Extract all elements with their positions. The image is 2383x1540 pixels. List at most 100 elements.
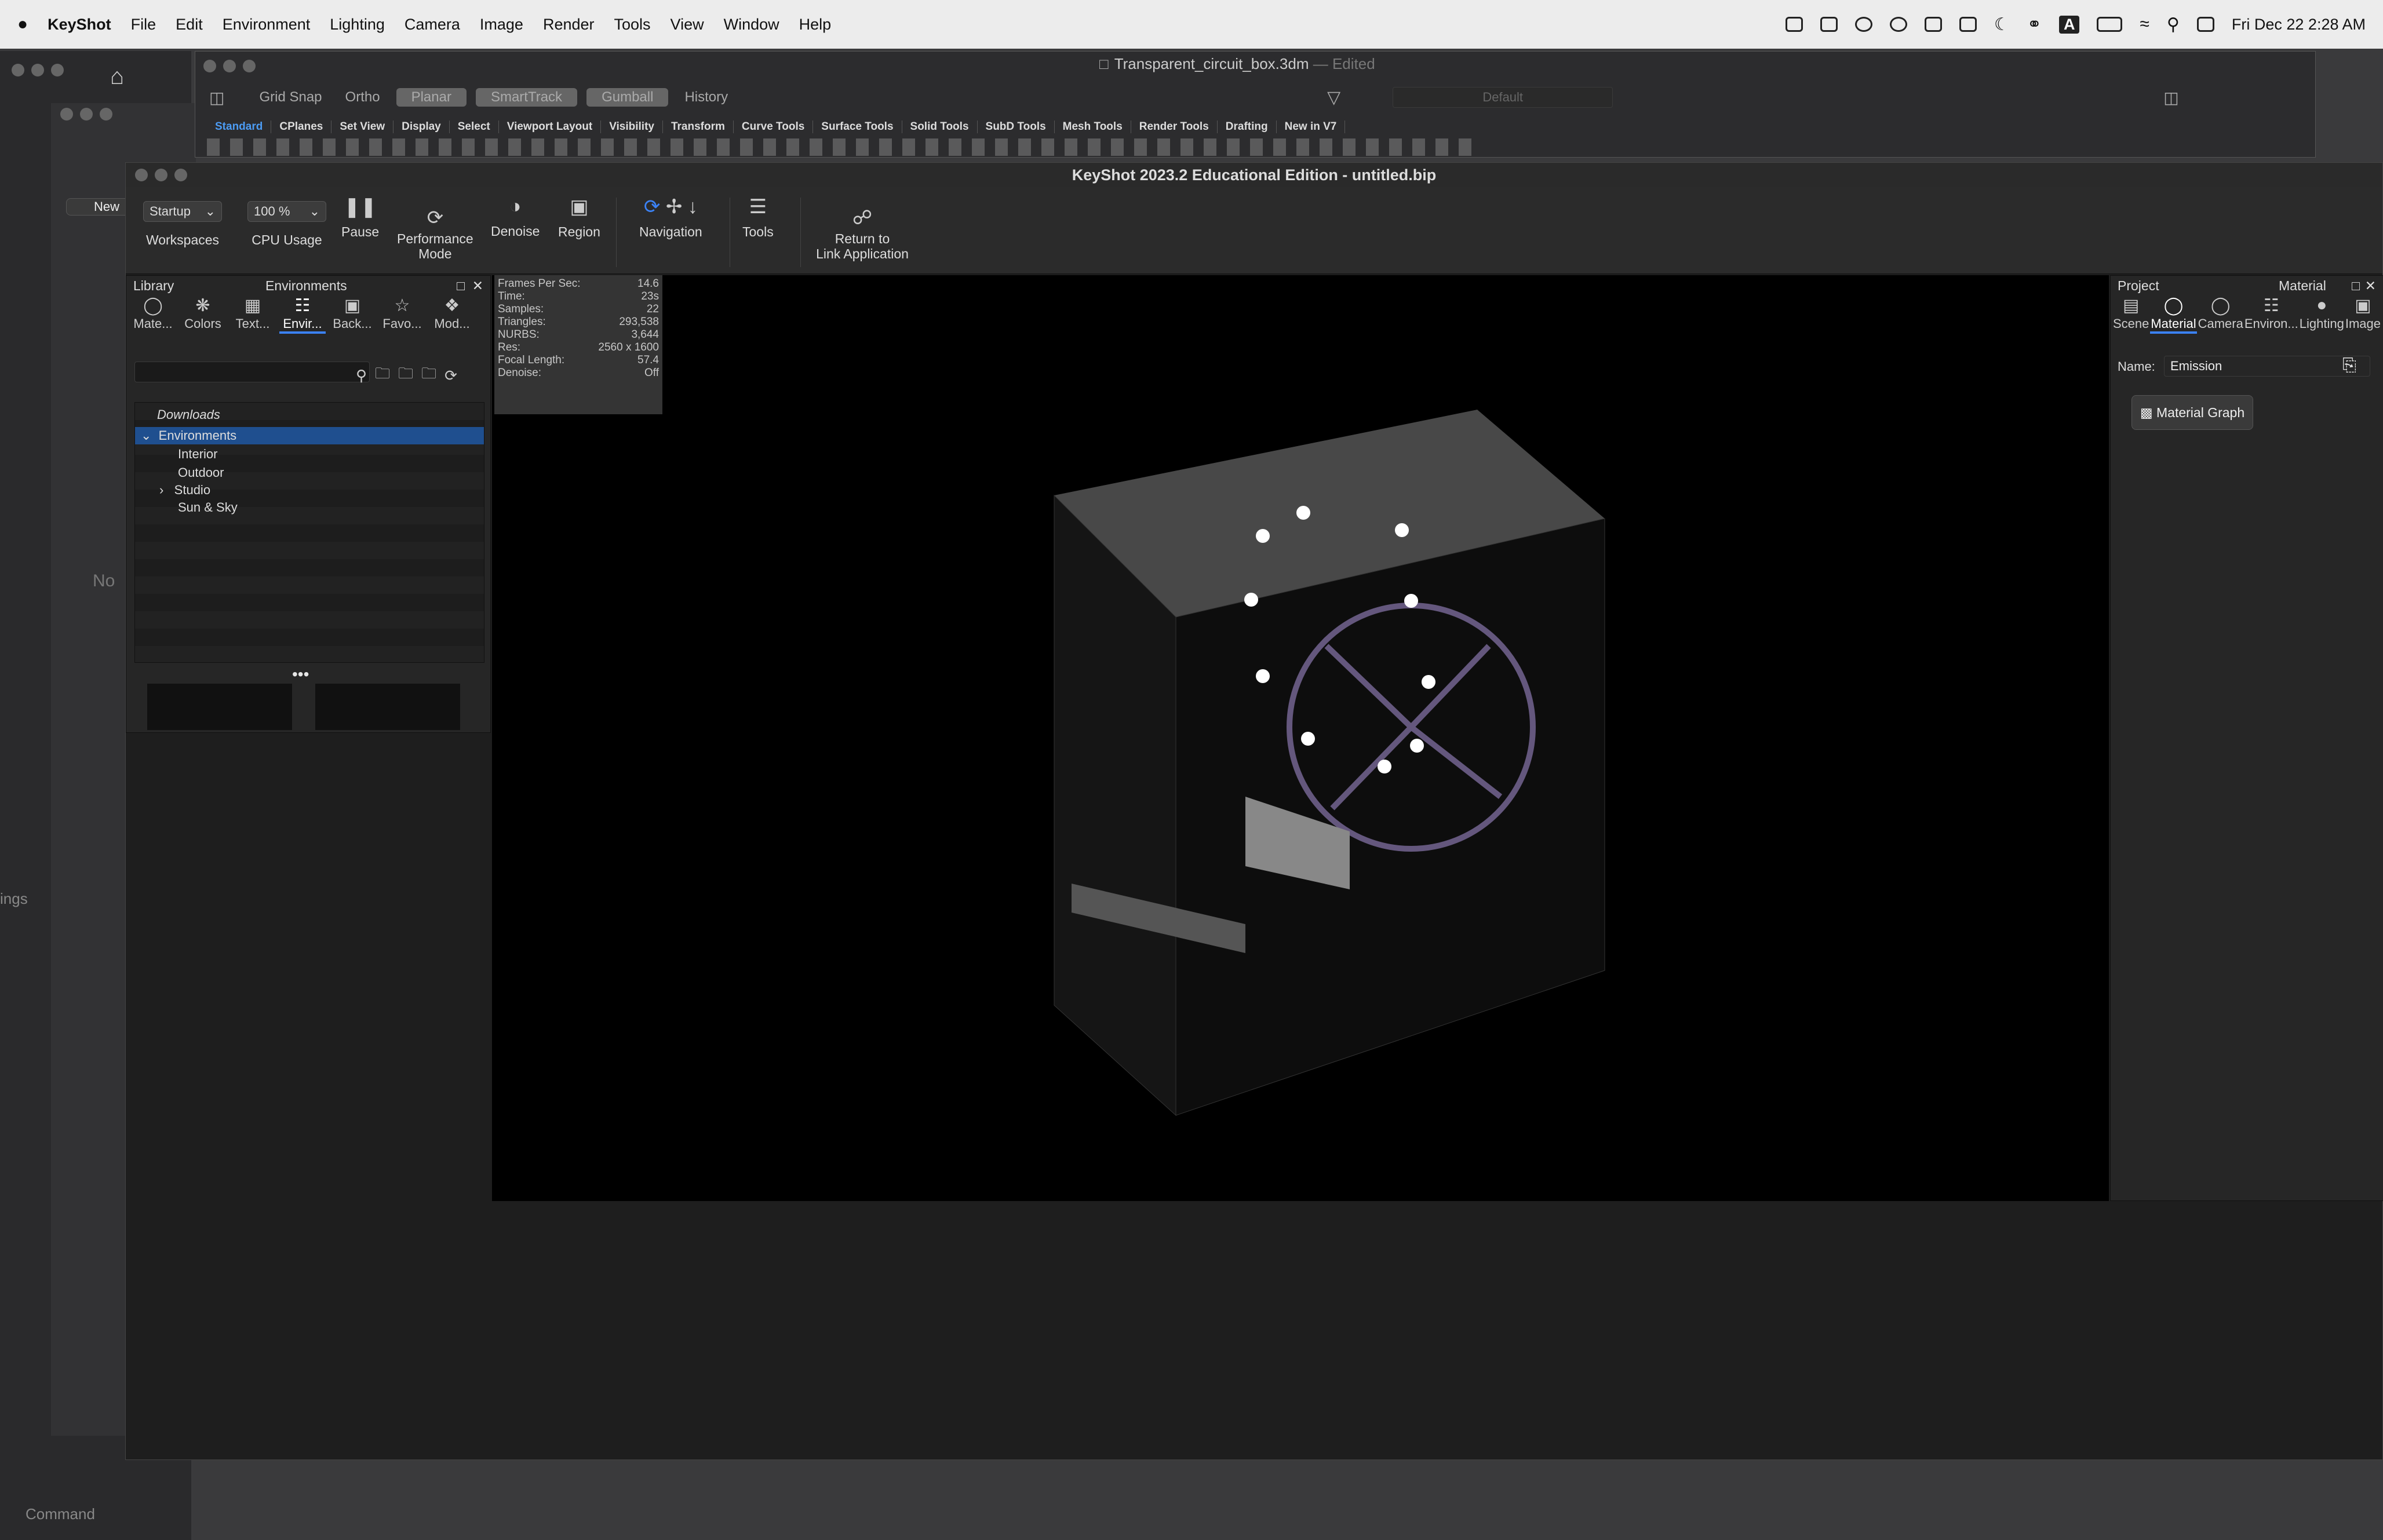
tree-item-sun-sky[interactable]: Sun & Sky (135, 499, 484, 516)
grid-snap-toggle[interactable]: Grid Snap (259, 89, 322, 105)
play-status-icon[interactable] (1854, 17, 1872, 32)
menu-app-name[interactable]: KeyShot (48, 16, 111, 34)
dolly-icon[interactable]: ↓ (688, 196, 698, 218)
tab-display[interactable]: Display (393, 121, 450, 133)
moon-icon[interactable]: ☾ (1994, 14, 2010, 35)
status-icon[interactable] (1785, 17, 1803, 32)
more-dots-icon[interactable]: ••• (292, 665, 309, 684)
chevron-down-icon[interactable]: ⌄ (141, 428, 151, 443)
planar-toggle[interactable]: Planar (396, 88, 467, 107)
battery-icon[interactable] (2097, 17, 2123, 32)
menu-lighting[interactable]: Lighting (330, 16, 385, 34)
close-icon[interactable]: ✕ (472, 278, 483, 294)
region-button[interactable]: ▣ Region (558, 195, 600, 240)
menu-image[interactable]: Image (480, 16, 523, 34)
pan-icon[interactable]: ✢ (666, 196, 683, 218)
status-icon[interactable] (1820, 17, 1838, 32)
menu-edit[interactable]: Edit (176, 16, 203, 34)
tab-select[interactable]: Select (450, 121, 499, 133)
tab-favorites[interactable]: ☆ Favo... (379, 295, 425, 334)
library-search-input[interactable] (134, 362, 370, 382)
tab-environment[interactable]: ☷ Environ... (2244, 295, 2298, 334)
ortho-toggle[interactable]: Ortho (345, 89, 380, 105)
control-center-icon[interactable] (2196, 17, 2214, 32)
denoise-button[interactable]: ◑ Denoise (491, 195, 540, 239)
tab-curve-tools[interactable]: Curve Tools (734, 121, 814, 133)
layer-default-field[interactable]: Default (1393, 87, 1613, 108)
folder-add-icon[interactable]: 🗀 (398, 363, 413, 388)
pause-button[interactable]: ❚❚ Pause (341, 195, 379, 240)
gumball-toggle[interactable]: Gumball (586, 88, 669, 107)
folder-import-icon[interactable]: 🗀 (421, 363, 436, 388)
apple-icon[interactable]: ● (17, 14, 28, 34)
tab-surface-tools[interactable]: Surface Tools (813, 121, 902, 133)
tab-set-view[interactable]: Set View (331, 121, 394, 133)
menu-view[interactable]: View (671, 16, 704, 34)
return-to-link-button[interactable]: ☍ Return to Link Application (801, 195, 923, 261)
panel-toggle-icon[interactable]: ◫ (2163, 88, 2178, 107)
tab-scene[interactable]: ▤ Scene (2113, 295, 2149, 334)
screens-status-icon[interactable] (1959, 17, 1977, 32)
menu-camera[interactable]: Camera (405, 16, 460, 34)
tab-standard[interactable]: Standard (207, 121, 272, 133)
tree-item-studio[interactable]: › Studio (135, 481, 484, 499)
close-icon[interactable]: ✕ (2365, 278, 2376, 294)
menu-help[interactable]: Help (799, 16, 832, 34)
tab-colors[interactable]: ❋ Colors (180, 295, 226, 334)
tab-backplates[interactable]: ▣ Back... (329, 295, 376, 334)
rotate-icon[interactable]: ⟳ (644, 196, 661, 218)
workspace-dropdown[interactable]: Startup ⌄ (143, 201, 222, 222)
refresh-icon[interactable]: ⟳ (444, 367, 457, 385)
smarttrack-toggle[interactable]: SmartTrack (475, 88, 578, 107)
cloud-status-icon[interactable] (1924, 17, 1942, 32)
cpu-usage-dropdown[interactable]: 100 % ⌄ (247, 201, 326, 222)
env-thumbnail[interactable] (315, 684, 460, 730)
menu-render[interactable]: Render (543, 16, 595, 34)
tree-item-outdoor[interactable]: Outdoor (135, 464, 484, 481)
history-toggle[interactable]: History (684, 89, 728, 105)
tab-solid-tools[interactable]: Solid Tools (902, 121, 978, 133)
tab-models[interactable]: ❖ Mod... (429, 295, 475, 334)
tab-image[interactable]: ▣ Image (2345, 295, 2381, 334)
tab-lighting[interactable]: ● Lighting (2300, 295, 2344, 334)
tab-render-tools[interactable]: Render Tools (1131, 121, 1218, 133)
performance-mode-button[interactable]: ⟳ Performance Mode (397, 195, 473, 261)
search-icon[interactable]: ⚲ (356, 367, 367, 385)
tab-subd-tools[interactable]: SubD Tools (978, 121, 1055, 133)
folder-icon[interactable]: 🗀 (375, 363, 390, 388)
filter-icon[interactable]: ▽ (1327, 87, 1340, 108)
record-status-icon[interactable] (1889, 17, 1907, 32)
material-graph-button[interactable]: ▩ Material Graph (2131, 395, 2253, 430)
save-material-icon[interactable]: ⎘ (2342, 356, 2356, 375)
input-source-icon[interactable]: A (2058, 15, 2080, 34)
popout-icon[interactable]: □ (457, 278, 465, 294)
material-name-input[interactable]: Emission (2164, 356, 2370, 377)
tools-button[interactable]: ☰ Tools (742, 195, 774, 240)
tab-environments[interactable]: ☷ Envir... (279, 295, 326, 334)
env-thumbnail[interactable] (147, 684, 292, 730)
tab-mesh-tools[interactable]: Mesh Tools (1055, 121, 1131, 133)
navigation-button[interactable]: ⟳ ✢ ↓ Navigation (639, 195, 702, 240)
tab-textures[interactable]: ▦ Text... (229, 295, 276, 334)
wifi-icon[interactable]: ≈ (2140, 14, 2149, 34)
popout-icon[interactable]: □ (2352, 278, 2360, 294)
tab-drafting[interactable]: Drafting (1218, 121, 1277, 133)
tab-materials[interactable]: ◯ Mate... (130, 295, 176, 334)
tree-item-downloads[interactable]: Downloads (135, 403, 484, 427)
home-icon[interactable]: ⌂ (110, 64, 124, 90)
headphones-icon[interactable]: ⚭ (2027, 14, 2042, 35)
tab-cplanes[interactable]: CPlanes (271, 121, 332, 133)
sidebar-toggle-icon[interactable]: ◫ (209, 88, 224, 107)
menu-file[interactable]: File (131, 16, 156, 34)
tab-transform[interactable]: Transform (663, 121, 734, 133)
render-viewport[interactable]: Frames Per Sec: 14.6 Time: 23s Samples: 22 … (492, 275, 2109, 1201)
tab-material[interactable]: ◯ Material (2150, 295, 2197, 334)
menubar-clock[interactable]: Fri Dec 22 2:28 AM (2232, 16, 2366, 34)
tree-item-environments[interactable]: ⌄ Environments (135, 427, 484, 444)
tab-camera[interactable]: ◯ Camera (2198, 295, 2243, 334)
rhino-icon-toolbar[interactable] (207, 138, 1482, 156)
menu-window[interactable]: Window (724, 16, 779, 34)
tab-viewport-layout[interactable]: Viewport Layout (499, 121, 602, 133)
search-icon[interactable]: ⚲ (2167, 14, 2180, 35)
tree-item-interior[interactable]: Interior (135, 444, 484, 464)
